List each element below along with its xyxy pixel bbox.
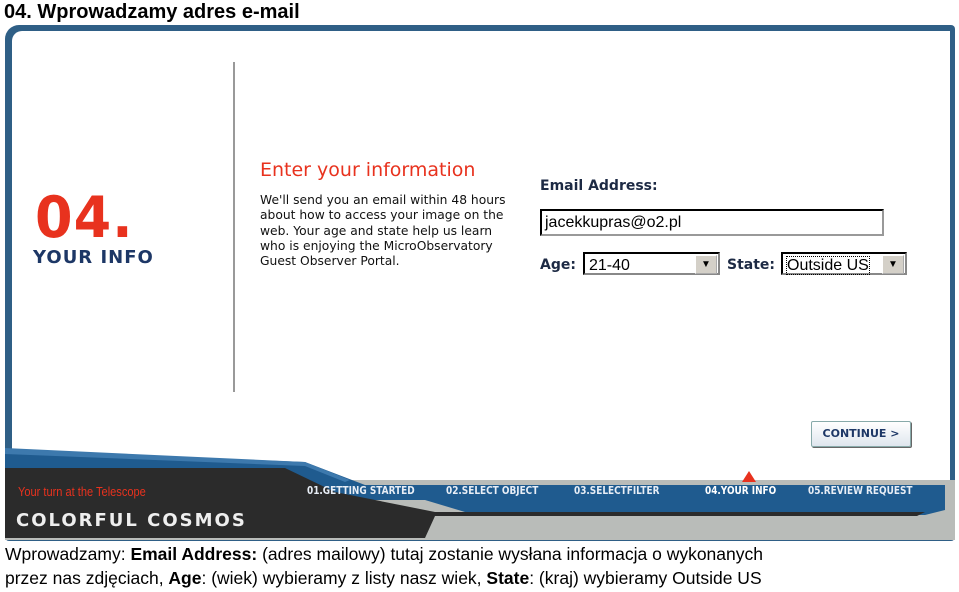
age-select[interactable]: 21-40 ▼ (583, 252, 720, 275)
caption-bold: Age (168, 568, 202, 588)
chevron-down-icon[interactable]: ▼ (695, 255, 717, 274)
nav-getting-started[interactable]: 01.GETTING STARTED (307, 485, 415, 497)
chevron-down-icon[interactable]: ▼ (882, 255, 904, 274)
caption-text: Wprowadzamy: (5, 544, 131, 564)
form-heading: Enter your information (260, 159, 476, 181)
caption-text: (adres mailowy) tutaj zostanie wysłana i… (257, 544, 763, 564)
state-value: Outside US (786, 256, 870, 275)
caption-bold: Email Address: (130, 544, 258, 564)
age-label: Age: (540, 257, 576, 273)
nav-select-filter[interactable]: 03.SELECTFILTER (574, 485, 659, 497)
tagline: Your turn at the Telescope (18, 484, 146, 499)
step-number: 04. (35, 184, 134, 251)
form-description: We'll send you an email within 48 hours … (260, 193, 506, 269)
email-input[interactable]: jacekkupras@o2.pl (540, 209, 884, 236)
caption-text: : (kraj) wybieramy Outside US (529, 568, 762, 588)
divider (233, 62, 235, 392)
nav-review-request[interactable]: 05.REVIEW REQUEST (808, 485, 912, 497)
caption-text: przez nas zdjęciach, (5, 568, 169, 588)
state-label: State: (727, 257, 776, 273)
state-select[interactable]: Outside US ▼ (781, 252, 907, 275)
caption-line-1: Wprowadzamy: Email Address: (adres mailo… (5, 544, 763, 565)
caption-text: : (wiek) wybieramy z listy nasz wiek, (201, 568, 487, 588)
page-title: 04. Wprowadzamy adres e-mail (4, 1, 300, 23)
email-label: Email Address: (540, 178, 658, 194)
age-value: 21-40 (589, 257, 630, 274)
caption-line-2: przez nas zdjęciach, Age: (wiek) wybiera… (5, 568, 762, 589)
nav-your-info[interactable]: 04.YOUR INFO (705, 485, 776, 497)
nav-select-object[interactable]: 02.SELECT OBJECT (446, 485, 538, 497)
active-step-marker (742, 471, 756, 482)
brand-logo: COLORFUL COSMOS (16, 510, 247, 531)
caption-bold: State (486, 568, 530, 588)
step-label: YOUR INFO (33, 247, 154, 268)
